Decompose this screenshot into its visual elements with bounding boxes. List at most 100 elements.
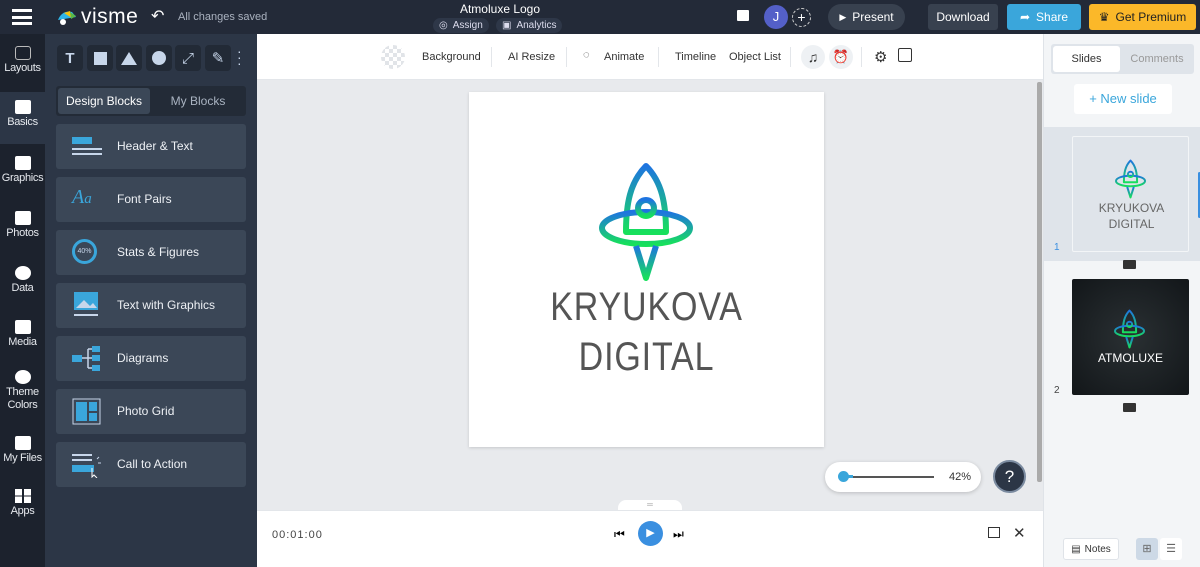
rail-media[interactable]: Media <box>0 320 45 348</box>
line-tool[interactable]: ⤢ <box>175 45 201 71</box>
slides-panel: Slides Comments + New slide 1 KRYUKOVA D… <box>1043 34 1200 567</box>
share-button[interactable]: ➦ Share <box>1007 4 1081 30</box>
list-view-button[interactable]: ☰ <box>1160 538 1182 560</box>
visme-logo-icon <box>58 11 76 25</box>
rectangle-tool[interactable] <box>87 45 113 71</box>
left-rail: Layouts Basics Graphics Photos Data Medi… <box>0 34 45 567</box>
rail-data[interactable]: Data <box>0 266 45 294</box>
zoom-control: 42% <box>825 462 981 492</box>
ai-resize-button[interactable]: AI Resize <box>508 51 555 63</box>
rail-graphics[interactable]: Graphics <box>0 156 45 184</box>
background-button[interactable]: Background <box>422 51 481 63</box>
slide-2-thumbnail[interactable]: ATMOLUXE <box>1072 279 1189 395</box>
share-icon: ➦ <box>1019 10 1031 24</box>
logo-text-line2[interactable]: DIGITAL <box>496 335 798 380</box>
slide-canvas[interactable]: KRYUKOVA DIGITAL <box>469 92 824 447</box>
block-header-text[interactable]: Header & Text <box>56 124 246 169</box>
triangle-tool[interactable] <box>116 45 142 71</box>
crown-icon: ♛ <box>1098 10 1110 24</box>
design-panel: T ⤢ ✎ · · · Design Blocks My Blocks Header… <box>45 34 257 567</box>
download-button[interactable]: Download <box>928 4 998 30</box>
alarm-clock-icon[interactable]: ⏰ <box>829 45 853 69</box>
font-pairs-icon: Aa <box>72 186 92 208</box>
divider <box>790 47 791 67</box>
next-icon[interactable]: ⏭ <box>673 527 684 542</box>
block-diagrams[interactable]: Diagrams <box>56 336 246 381</box>
avatar[interactable]: J <box>764 5 788 29</box>
right-tabs: Slides Comments <box>1051 44 1194 74</box>
logo-text-line1[interactable]: KRYUKOVA <box>496 285 798 330</box>
tab-slides[interactable]: Slides <box>1053 46 1120 72</box>
tab-design-blocks[interactable]: Design Blocks <box>58 88 150 114</box>
rail-photos[interactable]: Photos <box>0 211 45 239</box>
zoom-slider-handle[interactable] <box>838 471 849 482</box>
photo-grid-icon <box>72 398 101 425</box>
rail-basics[interactable]: Basics <box>0 92 45 144</box>
undo-icon[interactable]: ↶ <box>151 6 164 26</box>
rail-theme-colors[interactable]: Theme Colors <box>0 370 45 412</box>
block-text-with-graphics[interactable]: Text with Graphics <box>56 283 246 328</box>
divider <box>861 47 862 67</box>
canvas-scrollbar[interactable] <box>1037 82 1042 482</box>
photos-icon <box>14 211 31 225</box>
get-premium-button[interactable]: ♛ Get Premium <box>1089 4 1196 30</box>
slide-1-line1: KRYUKOVA <box>1098 201 1165 215</box>
folder-icon <box>14 436 31 450</box>
text-tool[interactable]: T <box>57 45 83 71</box>
previous-icon[interactable]: ⏮ <box>614 527 625 542</box>
zoom-slider[interactable] <box>839 476 934 478</box>
data-icon <box>14 266 31 280</box>
new-slide-button[interactable]: + New slide <box>1074 84 1172 114</box>
top-bar: visme ↶ All changes saved Atmoluxe Logo … <box>0 0 1200 34</box>
preview-icon[interactable] <box>988 527 1000 538</box>
apps-icon <box>14 489 31 503</box>
timeline-bar: 00:01:00 ⏮ ▶ ⏭ ✕ <box>257 510 1043 567</box>
comments-icon[interactable] <box>737 10 749 21</box>
notes-button[interactable]: ▤ Notes <box>1063 538 1119 560</box>
slide-1-line2: DIGITAL <box>1108 217 1155 231</box>
transition-icon[interactable] <box>1123 403 1136 412</box>
block-stats-figures[interactable]: 40% Stats & Figures <box>56 230 246 275</box>
search-preview-icon[interactable] <box>898 48 912 62</box>
timeline-button[interactable]: Timeline <box>675 51 716 63</box>
circle-icon <box>152 51 166 65</box>
stats-icon: 40% <box>72 239 97 264</box>
block-photo-grid[interactable]: Photo Grid <box>56 389 246 434</box>
assign-button[interactable]: ◎ Assign <box>433 18 489 33</box>
divider <box>491 47 492 67</box>
call-to-action-icon <box>72 454 101 478</box>
animate-button[interactable]: Animate <box>604 51 644 63</box>
block-font-pairs[interactable]: Aa Font Pairs <box>56 177 246 222</box>
pen-tool[interactable]: ✎ <box>205 45 231 71</box>
analytics-icon: ▣ <box>502 20 512 31</box>
analytics-button[interactable]: ▣ Analytics <box>496 18 563 33</box>
grid-view-button[interactable]: ⊞ <box>1136 538 1158 560</box>
rail-apps[interactable]: Apps <box>0 489 45 517</box>
tab-comments[interactable]: Comments <box>1122 46 1192 72</box>
play-button[interactable]: ▶ <box>638 521 663 546</box>
animate-icon: ◌ <box>583 49 590 61</box>
circle-tool[interactable] <box>146 45 172 71</box>
graphics-icon <box>14 156 31 170</box>
object-list-button[interactable]: Object List <box>729 51 781 63</box>
document-title[interactable]: Atmoluxe Logo <box>430 2 570 16</box>
triangle-icon <box>121 51 137 65</box>
tab-my-blocks[interactable]: My Blocks <box>152 88 244 114</box>
settings-icon[interactable]: ⚙ <box>874 48 887 66</box>
transition-icon[interactable] <box>1123 260 1136 269</box>
rail-layouts[interactable]: Layouts <box>0 46 45 74</box>
block-call-to-action[interactable]: Call to Action <box>56 442 246 487</box>
rail-my-files[interactable]: My Files <box>0 436 45 464</box>
close-icon[interactable]: ✕ <box>1013 524 1026 542</box>
rocket-logo <box>1114 159 1147 199</box>
help-button[interactable]: ? <box>993 460 1026 493</box>
present-button[interactable]: ▶ Present <box>828 4 905 30</box>
slide-1-thumbnail[interactable]: KRYUKOVA DIGITAL <box>1072 136 1189 252</box>
background-swatch-icon[interactable] <box>381 45 405 69</box>
add-collaborator-button[interactable]: + <box>792 8 811 27</box>
add-audio-icon[interactable]: ♫ <box>801 45 825 69</box>
visme-logo[interactable]: visme <box>56 5 138 29</box>
menu-icon[interactable] <box>12 9 32 25</box>
play-icon: ▶ <box>839 11 847 22</box>
more-tools-icon[interactable]: · · · <box>237 44 242 70</box>
